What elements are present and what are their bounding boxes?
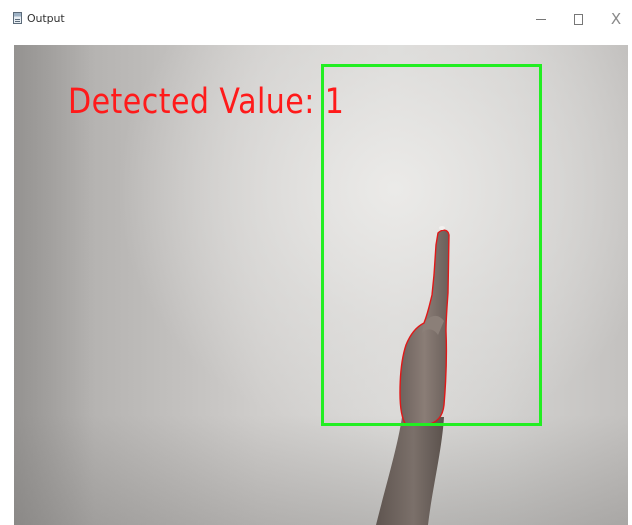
output-window: Output X Detected Value: 1 bbox=[0, 0, 632, 525]
detected-value-label: Detected Value: 1 bbox=[68, 82, 345, 122]
maximize-button[interactable] bbox=[566, 8, 590, 30]
maximize-icon bbox=[573, 13, 583, 25]
title-bar[interactable]: Output X bbox=[0, 0, 632, 44]
forearm bbox=[376, 417, 444, 525]
close-icon: X bbox=[610, 9, 622, 28]
camera-frame: Detected Value: 1 bbox=[14, 45, 628, 525]
app-window-icon bbox=[13, 12, 22, 24]
detection-bounding-box bbox=[321, 64, 542, 426]
close-button[interactable]: X bbox=[604, 8, 628, 30]
window-title: Output bbox=[27, 12, 65, 25]
minimize-icon bbox=[536, 18, 546, 20]
minimize-button[interactable] bbox=[529, 8, 553, 30]
